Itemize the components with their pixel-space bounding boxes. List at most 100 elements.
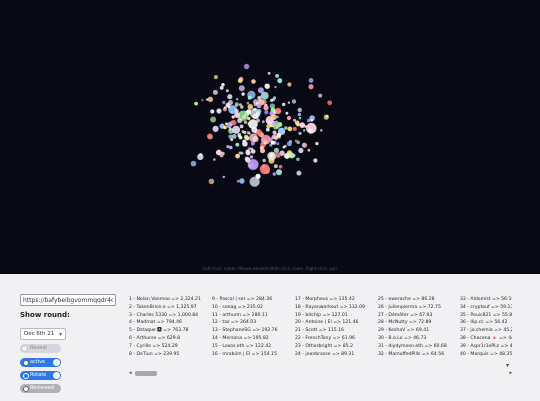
graph-node[interactable] — [219, 86, 224, 90]
graph-node[interactable] — [275, 152, 281, 158]
graph-node[interactable] — [245, 150, 251, 156]
graph-node[interactable] — [264, 110, 269, 115]
graph-node[interactable] — [302, 129, 306, 132]
graph-node[interactable] — [228, 100, 233, 105]
graph-node[interactable] — [268, 157, 275, 164]
graph-node[interactable] — [206, 98, 209, 101]
graph-node[interactable] — [250, 141, 255, 146]
graph-node[interactable] — [190, 160, 197, 167]
graph-node[interactable] — [222, 175, 225, 179]
reveal-toggle[interactable]: Reveal — [20, 344, 61, 353]
graph-node[interactable] — [210, 109, 215, 114]
graph-node[interactable] — [245, 136, 250, 141]
graph-node[interactable] — [296, 140, 301, 145]
graph-node[interactable] — [227, 94, 233, 100]
graph-node[interactable] — [216, 108, 222, 114]
graph-node[interactable] — [242, 141, 248, 147]
graph-node[interactable] — [226, 122, 233, 128]
graph-node[interactable] — [247, 116, 251, 121]
graph-node[interactable] — [276, 142, 280, 146]
graph-node[interactable] — [257, 87, 264, 94]
graph-node[interactable] — [207, 96, 214, 103]
graph-node[interactable] — [263, 105, 269, 111]
graph-node[interactable] — [239, 103, 242, 106]
graph-node[interactable] — [278, 164, 283, 169]
graph-node[interactable] — [213, 158, 216, 161]
active-toggle[interactable]: active — [20, 358, 61, 367]
graph-node[interactable] — [229, 145, 233, 150]
graph-node[interactable] — [206, 133, 213, 140]
graph-node[interactable] — [222, 100, 226, 105]
graph-node[interactable] — [266, 124, 271, 129]
graph-node[interactable] — [235, 153, 241, 159]
graph-node[interactable] — [256, 103, 262, 109]
graph-node[interactable] — [230, 110, 234, 114]
graph-node[interactable] — [310, 118, 314, 122]
graph-node[interactable] — [223, 106, 227, 109]
graph-node[interactable] — [298, 116, 302, 120]
graph-node[interactable] — [246, 101, 250, 105]
graph-node[interactable] — [221, 83, 225, 87]
graph-node[interactable] — [276, 169, 282, 176]
graph-node[interactable] — [201, 99, 204, 102]
graph-node[interactable] — [286, 141, 292, 147]
graph-node[interactable] — [252, 107, 257, 112]
reviewed-toggle[interactable]: Reviewed — [20, 384, 61, 393]
graph-node[interactable] — [282, 145, 286, 149]
graph-node[interactable] — [296, 170, 302, 176]
graph-node[interactable] — [323, 114, 329, 120]
graph-node[interactable] — [261, 120, 265, 124]
graph-node[interactable] — [298, 147, 304, 154]
graph-node[interactable] — [237, 78, 243, 84]
node-cloud[interactable] — [0, 0, 540, 274]
graph-node[interactable] — [291, 99, 297, 104]
cid-input[interactable] — [20, 294, 116, 306]
graph-node[interactable] — [272, 130, 277, 135]
graph-node[interactable] — [287, 82, 292, 87]
graph-node[interactable] — [264, 83, 270, 89]
graph-node[interactable] — [277, 78, 283, 84]
graph-node[interactable] — [267, 71, 271, 75]
graph-node[interactable] — [240, 151, 244, 155]
graph-node[interactable] — [257, 109, 262, 114]
graph-node[interactable] — [285, 111, 289, 115]
graph-node[interactable] — [208, 178, 215, 185]
graph-node[interactable] — [220, 154, 224, 158]
graph-node[interactable] — [293, 118, 297, 122]
scroll-down-icon[interactable]: ▾ — [506, 362, 509, 369]
graph-node[interactable] — [297, 107, 302, 113]
graph-node[interactable] — [247, 104, 254, 110]
scrollbar-thumb[interactable] — [135, 371, 157, 376]
graph-node[interactable] — [236, 98, 239, 101]
graph-node[interactable] — [239, 178, 245, 184]
graph-node[interactable] — [289, 153, 295, 159]
graph-node[interactable] — [212, 125, 219, 132]
graph-node[interactable] — [245, 157, 251, 163]
graph-node[interactable] — [272, 172, 276, 176]
graph-node[interactable] — [327, 100, 333, 106]
graph-node[interactable] — [301, 142, 307, 148]
graph-node[interactable] — [197, 153, 204, 161]
graph-node[interactable] — [243, 63, 250, 70]
graph-node[interactable] — [226, 145, 230, 149]
scroll-right-icon[interactable]: ▸ — [509, 370, 512, 376]
graph-node[interactable] — [235, 143, 239, 147]
graph-node[interactable] — [210, 116, 217, 123]
graph-node[interactable] — [248, 132, 251, 135]
scroll-left-icon[interactable]: ◂ — [129, 370, 132, 376]
round-select[interactable]: Dec 6th 21 ▾ — [20, 328, 66, 340]
graph-node[interactable] — [212, 89, 218, 95]
graph-node[interactable] — [278, 127, 285, 135]
graph-node[interactable] — [251, 126, 258, 133]
graph-node[interactable] — [239, 124, 244, 129]
graph-node[interactable] — [287, 101, 291, 104]
graph-node[interactable] — [230, 138, 234, 142]
graph-node[interactable] — [307, 148, 311, 152]
graph-node[interactable] — [273, 147, 280, 153]
graph-node[interactable] — [275, 107, 282, 114]
graph-node[interactable] — [265, 116, 274, 125]
graph-node[interactable] — [275, 74, 279, 78]
graph-node[interactable] — [320, 129, 323, 132]
graph-node[interactable] — [228, 127, 232, 130]
graph-node[interactable] — [232, 125, 241, 134]
